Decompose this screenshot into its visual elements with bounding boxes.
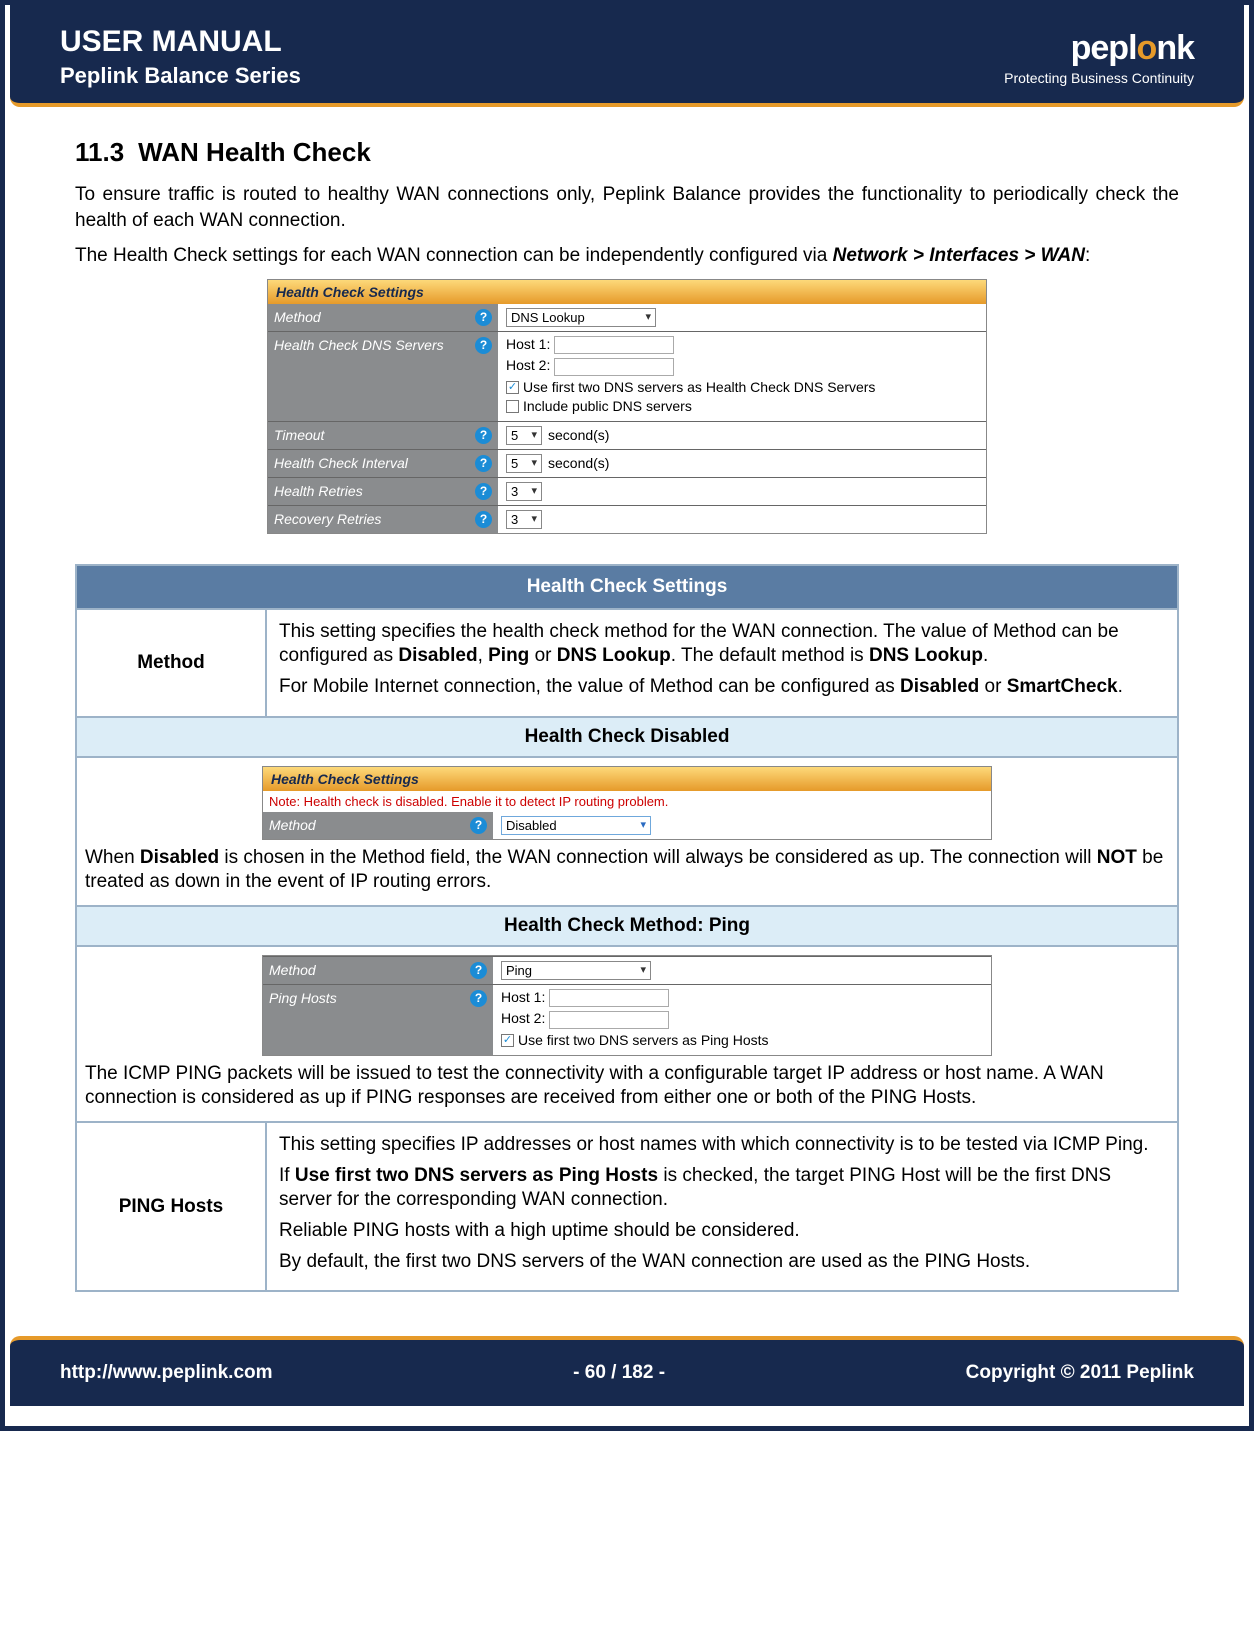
method-row: Method? Ping xyxy=(263,956,991,984)
include-public-label: Include public DNS servers xyxy=(523,398,692,414)
disabled-section: Health Check Settings Note: Health check… xyxy=(77,758,1177,905)
timeout-row: Timeout? 5 second(s) xyxy=(268,421,986,449)
content-area: 11.3 WAN Health Check To ensure traffic i… xyxy=(5,107,1249,1326)
dns-servers-body: Host 1: Host 2: ✓ Use first two DNS serve… xyxy=(498,331,986,421)
ping-subheader: Health Check Method: Ping xyxy=(77,905,1177,947)
series-title: Peplink Balance Series xyxy=(60,63,301,89)
host2-input[interactable] xyxy=(549,1011,669,1029)
host1-label: Host 1: xyxy=(501,989,545,1005)
dns-servers-label: Health Check DNS Servers? xyxy=(268,331,498,421)
include-public-checkbox[interactable] xyxy=(506,400,519,413)
timeout-label: Timeout? xyxy=(268,421,498,449)
recovery-row: Recovery Retries? 3 xyxy=(268,505,986,533)
method-desc-body: This setting specifies the health check … xyxy=(267,610,1177,716)
recovery-label: Recovery Retries? xyxy=(268,505,498,533)
settings-screenshot-ping: Method? Ping Ping Hosts? Host 1: Host 2:… xyxy=(262,955,992,1056)
help-icon[interactable]: ? xyxy=(475,309,492,326)
ping-desc-text: The ICMP PING packets will be issued to … xyxy=(85,1062,1169,1111)
footer-url: http://www.peplink.com xyxy=(60,1362,273,1384)
use-dns-ping-checkbox[interactable]: ✓ xyxy=(501,1034,514,1047)
help-icon[interactable]: ? xyxy=(470,962,487,979)
settings-screenshot-dns: Health Check Settings Method? DNS Lookup… xyxy=(267,279,987,534)
panel-header: Health Check Settings xyxy=(263,767,991,791)
section-title: WAN Health Check xyxy=(138,137,371,167)
use-dns-checkbox[interactable]: ✓ xyxy=(506,381,519,394)
host1-input[interactable] xyxy=(549,989,669,1007)
ping-hosts-body: Host 1: Host 2: ✓ Use first two DNS serve… xyxy=(493,984,991,1055)
dns-servers-row: Health Check DNS Servers? Host 1: Host 2… xyxy=(268,331,986,421)
ping-hosts-desc-label: PING Hosts xyxy=(77,1123,267,1290)
document-footer: http://www.peplink.com - 60 / 182 - Copy… xyxy=(10,1336,1244,1406)
retries-select[interactable]: 3 xyxy=(506,482,542,501)
method-select[interactable]: Ping xyxy=(501,961,651,980)
description-table: Health Check Settings Method This settin… xyxy=(75,564,1179,1293)
retries-label: Health Retries? xyxy=(268,477,498,505)
host2-input[interactable] xyxy=(554,358,674,376)
ping-hosts-row: Ping Hosts? Host 1: Host 2: ✓ Use first t… xyxy=(263,984,991,1055)
method-body: DNS Lookup xyxy=(498,304,986,331)
help-icon[interactable]: ? xyxy=(475,427,492,444)
document-header: USER MANUAL Peplink Balance Series peplo… xyxy=(10,5,1244,107)
config-path-text: The Health Check settings for each WAN c… xyxy=(75,243,1179,269)
ping-hosts-label: Ping Hosts? xyxy=(263,984,493,1055)
method-label: Method? xyxy=(268,304,498,331)
logo-text: peplonk xyxy=(1004,29,1194,68)
host1-label: Host 1: xyxy=(506,336,550,352)
header-titles: USER MANUAL Peplink Balance Series xyxy=(60,25,301,89)
nav-path: Network > Interfaces > WAN xyxy=(833,245,1085,266)
method-select[interactable]: Disabled xyxy=(501,816,651,835)
intro-text: To ensure traffic is routed to healthy W… xyxy=(75,182,1179,233)
interval-unit: second(s) xyxy=(548,455,609,471)
help-icon[interactable]: ? xyxy=(470,990,487,1007)
interval-label: Health Check Interval? xyxy=(268,449,498,477)
host2-label: Host 2: xyxy=(501,1010,545,1026)
ping-hosts-desc-body: This setting specifies IP addresses or h… xyxy=(267,1123,1177,1290)
timeout-select[interactable]: 5 xyxy=(506,426,542,445)
ping-section: Method? Ping Ping Hosts? Host 1: Host 2:… xyxy=(77,947,1177,1121)
retries-row: Health Retries? 3 xyxy=(268,477,986,505)
tagline: Protecting Business Continuity xyxy=(1004,70,1194,86)
method-desc-row: Method This setting specifies the health… xyxy=(77,610,1177,716)
footer-copyright: Copyright © 2011 Peplink xyxy=(966,1362,1194,1384)
method-select[interactable]: DNS Lookup xyxy=(506,308,656,327)
method-row: Method? Disabled xyxy=(263,812,991,839)
host1-input[interactable] xyxy=(554,336,674,354)
method-label: Method? xyxy=(263,956,493,984)
help-icon[interactable]: ? xyxy=(475,483,492,500)
settings-screenshot-disabled: Health Check Settings Note: Health check… xyxy=(262,766,992,840)
interval-row: Health Check Interval? 5 second(s) xyxy=(268,449,986,477)
section-heading: 11.3 WAN Health Check xyxy=(75,137,1179,168)
help-icon[interactable]: ? xyxy=(475,511,492,528)
ping-hosts-desc-row: PING Hosts This setting specifies IP add… xyxy=(77,1121,1177,1290)
help-icon[interactable]: ? xyxy=(475,337,492,354)
logo-accent-icon: o xyxy=(1137,29,1157,67)
host2-label: Host 2: xyxy=(506,357,550,373)
disabled-subheader: Health Check Disabled xyxy=(77,716,1177,758)
use-dns-label: Use first two DNS servers as Health Chec… xyxy=(523,379,875,395)
page-frame: USER MANUAL Peplink Balance Series peplo… xyxy=(0,0,1254,1431)
disabled-note: Note: Health check is disabled. Enable i… xyxy=(263,791,991,812)
section-number: 11.3 xyxy=(75,137,124,167)
help-icon[interactable]: ? xyxy=(470,817,487,834)
manual-title: USER MANUAL xyxy=(60,25,301,59)
method-label: Method? xyxy=(263,812,493,839)
use-dns-ping-label: Use first two DNS servers as Ping Hosts xyxy=(518,1032,769,1048)
table-header: Health Check Settings xyxy=(77,566,1177,610)
timeout-unit: second(s) xyxy=(548,427,609,443)
method-desc-label: Method xyxy=(77,610,267,716)
brand-logo: peplonk Protecting Business Continuity xyxy=(1004,29,1194,86)
help-icon[interactable]: ? xyxy=(475,455,492,472)
panel-header: Health Check Settings xyxy=(268,280,986,304)
method-row: Method? DNS Lookup xyxy=(268,304,986,331)
footer-page: - 60 / 182 - xyxy=(573,1362,665,1384)
interval-select[interactable]: 5 xyxy=(506,454,542,473)
recovery-select[interactable]: 3 xyxy=(506,510,542,529)
